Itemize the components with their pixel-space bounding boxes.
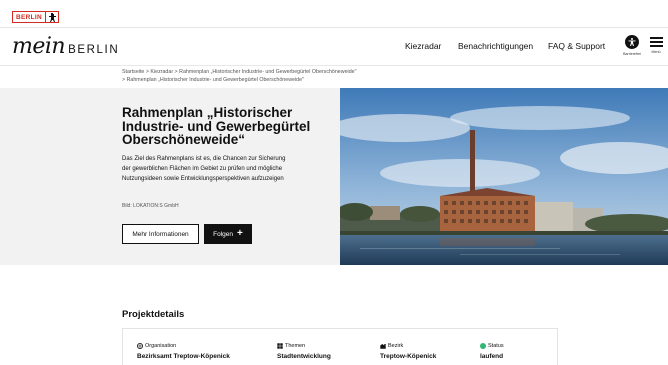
breadcrumb-line-1[interactable]: Startseite > Kiezradar > Rahmenplan „His… [122,68,356,76]
hamburger-icon [649,37,663,47]
detail-value: Stadtentwicklung [277,353,331,360]
detail-value: Bezirksamt Treptow-Köpenick [137,353,230,360]
hero-image [340,88,668,265]
follow-label: Folgen [213,230,234,238]
page-title: Rahmenplan „Historischer Industrie- und … [122,105,311,147]
accessibility-icon [625,35,639,49]
bear-icon [45,12,58,22]
project-hero: Rahmenplan „Historischer Industrie- und … [0,88,668,265]
site-header: mein BERLIN Kiezradar Benachrichtigungen… [0,29,668,66]
detail-organisation: Organisation Bezirksamt Treptow-Köpenick [137,343,230,360]
nav-kiezradar[interactable]: Kiezradar [405,41,441,51]
detail-label: Bezirk [388,343,404,349]
breadcrumb-line-2[interactable]: > Rahmenplan „Historischer Industrie- un… [122,76,356,84]
image-credit: Bild: LOKATION:S GmbH [122,203,179,209]
hero-text-panel: Rahmenplan „Historischer Industrie- und … [0,88,340,265]
district-icon [380,344,386,349]
riverside-industrial-photo [340,88,668,265]
mein-berlin-logo[interactable]: mein BERLIN [12,34,120,59]
globe-icon [137,343,143,349]
detail-value: laufend [480,353,504,360]
detail-bezirk: Bezirk Treptow-Köpenick [380,343,436,360]
hero-description: Das Ziel des Rahmenplans ist es, die Cha… [122,156,286,182]
accessibility-button[interactable]: Barrierefrei [620,35,644,56]
status-dot-icon [480,343,486,349]
berlin-tag-logo[interactable]: BERLIN [12,11,59,23]
more-information-button[interactable]: Mehr Informationen [122,224,199,244]
plus-icon: + [237,228,243,239]
grid-icon [277,343,283,349]
logo-script: mein [12,34,66,59]
project-details-card: Organisation Bezirksamt Treptow-Köpenick… [122,328,558,365]
detail-label: Status [488,343,504,349]
detail-status: Status laufend [480,343,504,360]
menu-label: Menü [651,50,661,54]
accessibility-label: Barrierefrei [623,52,641,56]
detail-themen: Themen Stadtentwicklung [277,343,331,360]
menu-button[interactable]: Menü [647,35,665,54]
follow-button[interactable]: Folgen + [204,224,252,244]
nav-benachrichtigungen[interactable]: Benachrichtigungen [458,41,533,51]
project-details-heading: Projektdetails [122,309,185,320]
logo-word: BERLIN [68,44,120,56]
berlin-tag-text: BERLIN [16,14,42,21]
detail-value: Treptow-Köpenick [380,353,437,360]
brand-strip: BERLIN [0,0,668,28]
detail-label: Themen [285,343,306,349]
detail-label: Organisation [145,343,177,349]
nav-faq-support[interactable]: FAQ & Support [548,41,605,51]
breadcrumb: Startseite > Kiezradar > Rahmenplan „His… [122,68,356,84]
